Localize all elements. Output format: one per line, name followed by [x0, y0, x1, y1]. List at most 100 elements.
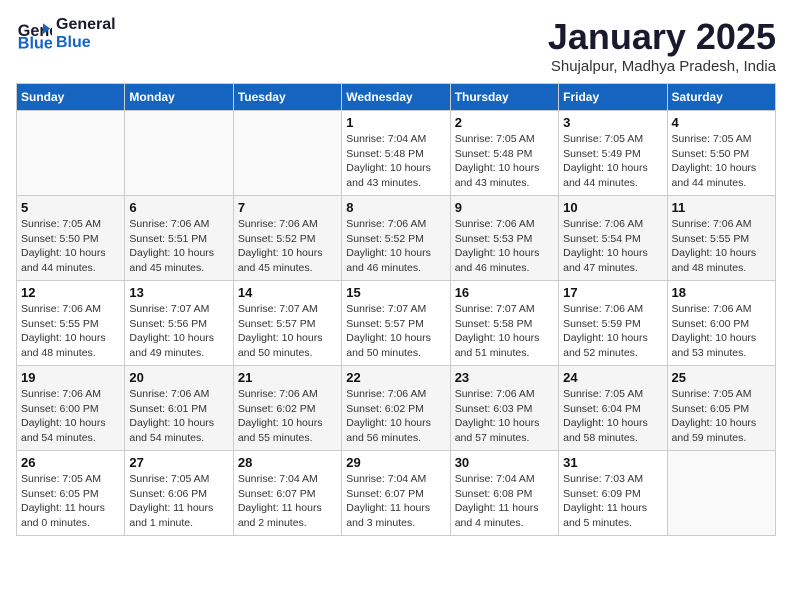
day-info: Sunrise: 7:05 AMSunset: 5:49 PMDaylight:…	[563, 132, 662, 191]
day-number: 30	[455, 455, 554, 470]
day-info: Sunrise: 7:05 AMSunset: 5:50 PMDaylight:…	[21, 217, 120, 276]
logo: General Blue General Blue	[16, 16, 116, 52]
day-info: Sunrise: 7:06 AMSunset: 5:52 PMDaylight:…	[346, 217, 445, 276]
calendar-cell: 18 Sunrise: 7:06 AMSunset: 6:00 PMDayligh…	[667, 281, 775, 366]
calendar-cell: 28 Sunrise: 7:04 AMSunset: 6:07 PMDayligh…	[233, 451, 341, 536]
day-info: Sunrise: 7:06 AMSunset: 5:55 PMDaylight:…	[672, 217, 771, 276]
calendar-cell	[17, 111, 125, 196]
day-info: Sunrise: 7:05 AMSunset: 6:06 PMDaylight:…	[129, 472, 228, 531]
day-number: 19	[21, 370, 120, 385]
calendar-cell: 11Sunrise: 7:06 AMSunset: 5:55 PMDayligh…	[667, 196, 775, 281]
weekday-header: Wednesday	[342, 84, 450, 111]
weekday-header: Thursday	[450, 84, 558, 111]
calendar-body: 1 Sunrise: 7:04 AMSunset: 5:48 PMDaylight…	[17, 111, 776, 536]
day-info: Sunrise: 7:06 AMSunset: 5:51 PMDaylight:…	[129, 217, 228, 276]
logo-line1: General	[56, 16, 116, 34]
day-number: 25	[672, 370, 771, 385]
calendar-header: SundayMondayTuesdayWednesdayThursdayFrid…	[17, 84, 776, 111]
calendar-cell: 4 Sunrise: 7:05 AMSunset: 5:50 PMDaylight…	[667, 111, 775, 196]
day-number: 1	[346, 115, 445, 130]
day-number: 12	[21, 285, 120, 300]
calendar-week-row: 19 Sunrise: 7:06 AMSunset: 6:00 PMDayligh…	[17, 366, 776, 451]
calendar-cell: 8Sunrise: 7:06 AMSunset: 5:52 PMDaylight…	[342, 196, 450, 281]
day-number: 26	[21, 455, 120, 470]
calendar-cell: 10 Sunrise: 7:06 AMSunset: 5:54 PMDayligh…	[559, 196, 667, 281]
calendar-cell: 29 Sunrise: 7:04 AMSunset: 6:07 PMDayligh…	[342, 451, 450, 536]
calendar-week-row: 12Sunrise: 7:06 AMSunset: 5:55 PMDayligh…	[17, 281, 776, 366]
day-info: Sunrise: 7:05 AMSunset: 5:48 PMDaylight:…	[455, 132, 554, 191]
day-number: 18	[672, 285, 771, 300]
day-number: 15	[346, 285, 445, 300]
calendar-title: January 2025	[548, 16, 776, 58]
day-info: Sunrise: 7:06 AMSunset: 5:54 PMDaylight:…	[563, 217, 662, 276]
weekday-row: SundayMondayTuesdayWednesdayThursdayFrid…	[17, 84, 776, 111]
day-number: 24	[563, 370, 662, 385]
day-info: Sunrise: 7:04 AMSunset: 5:48 PMDaylight:…	[346, 132, 445, 191]
calendar-cell: 23Sunrise: 7:06 AMSunset: 6:03 PMDayligh…	[450, 366, 558, 451]
calendar-cell: 25 Sunrise: 7:05 AMSunset: 6:05 PMDayligh…	[667, 366, 775, 451]
svg-text:Blue: Blue	[18, 34, 52, 52]
day-number: 9	[455, 200, 554, 215]
page-header: General Blue General Blue January 2025 S…	[16, 16, 776, 75]
day-info: Sunrise: 7:06 AMSunset: 5:59 PMDaylight:…	[563, 302, 662, 361]
day-info: Sunrise: 7:03 AMSunset: 6:09 PMDaylight:…	[563, 472, 662, 531]
calendar-cell: 17Sunrise: 7:06 AMSunset: 5:59 PMDayligh…	[559, 281, 667, 366]
calendar-cell: 26Sunrise: 7:05 AMSunset: 6:05 PMDayligh…	[17, 451, 125, 536]
calendar-week-row: 26Sunrise: 7:05 AMSunset: 6:05 PMDayligh…	[17, 451, 776, 536]
calendar-cell: 9 Sunrise: 7:06 AMSunset: 5:53 PMDaylight…	[450, 196, 558, 281]
calendar-cell: 30Sunrise: 7:04 AMSunset: 6:08 PMDayligh…	[450, 451, 558, 536]
calendar-cell: 1 Sunrise: 7:04 AMSunset: 5:48 PMDaylight…	[342, 111, 450, 196]
calendar-subtitle: Shujalpur, Madhya Pradesh, India	[548, 58, 776, 75]
day-info: Sunrise: 7:05 AMSunset: 6:04 PMDaylight:…	[563, 387, 662, 446]
weekday-header: Saturday	[667, 84, 775, 111]
calendar-cell: 3 Sunrise: 7:05 AMSunset: 5:49 PMDaylight…	[559, 111, 667, 196]
day-number: 4	[672, 115, 771, 130]
weekday-header: Friday	[559, 84, 667, 111]
calendar-cell: 13Sunrise: 7:07 AMSunset: 5:56 PMDayligh…	[125, 281, 233, 366]
day-info: Sunrise: 7:05 AMSunset: 5:50 PMDaylight:…	[672, 132, 771, 191]
calendar-cell: 24 Sunrise: 7:05 AMSunset: 6:04 PMDayligh…	[559, 366, 667, 451]
weekday-header: Monday	[125, 84, 233, 111]
day-number: 6	[129, 200, 228, 215]
calendar-cell: 27 Sunrise: 7:05 AMSunset: 6:06 PMDayligh…	[125, 451, 233, 536]
day-number: 28	[238, 455, 337, 470]
day-info: Sunrise: 7:05 AMSunset: 6:05 PMDaylight:…	[672, 387, 771, 446]
day-info: Sunrise: 7:07 AMSunset: 5:57 PMDaylight:…	[238, 302, 337, 361]
day-number: 22	[346, 370, 445, 385]
day-info: Sunrise: 7:04 AMSunset: 6:07 PMDaylight:…	[238, 472, 337, 531]
logo-icon: General Blue	[16, 16, 52, 52]
calendar-cell: 14Sunrise: 7:07 AMSunset: 5:57 PMDayligh…	[233, 281, 341, 366]
weekday-header: Tuesday	[233, 84, 341, 111]
day-info: Sunrise: 7:06 AMSunset: 6:02 PMDaylight:…	[238, 387, 337, 446]
day-info: Sunrise: 7:06 AMSunset: 6:01 PMDaylight:…	[129, 387, 228, 446]
day-number: 23	[455, 370, 554, 385]
day-info: Sunrise: 7:04 AMSunset: 6:07 PMDaylight:…	[346, 472, 445, 531]
day-info: Sunrise: 7:06 AMSunset: 5:53 PMDaylight:…	[455, 217, 554, 276]
calendar-week-row: 5Sunrise: 7:05 AMSunset: 5:50 PMDaylight…	[17, 196, 776, 281]
day-number: 21	[238, 370, 337, 385]
day-info: Sunrise: 7:06 AMSunset: 5:52 PMDaylight:…	[238, 217, 337, 276]
calendar-cell: 16Sunrise: 7:07 AMSunset: 5:58 PMDayligh…	[450, 281, 558, 366]
day-info: Sunrise: 7:06 AMSunset: 6:00 PMDaylight:…	[672, 302, 771, 361]
calendar-cell: 15Sunrise: 7:07 AMSunset: 5:57 PMDayligh…	[342, 281, 450, 366]
day-number: 10	[563, 200, 662, 215]
day-info: Sunrise: 7:06 AMSunset: 6:02 PMDaylight:…	[346, 387, 445, 446]
calendar-cell	[125, 111, 233, 196]
calendar-table: SundayMondayTuesdayWednesdayThursdayFrid…	[16, 83, 776, 536]
day-info: Sunrise: 7:07 AMSunset: 5:58 PMDaylight:…	[455, 302, 554, 361]
calendar-cell	[667, 451, 775, 536]
day-number: 3	[563, 115, 662, 130]
calendar-week-row: 1 Sunrise: 7:04 AMSunset: 5:48 PMDaylight…	[17, 111, 776, 196]
day-info: Sunrise: 7:06 AMSunset: 6:00 PMDaylight:…	[21, 387, 120, 446]
calendar-cell: 19 Sunrise: 7:06 AMSunset: 6:00 PMDayligh…	[17, 366, 125, 451]
calendar-cell: 21 Sunrise: 7:06 AMSunset: 6:02 PMDayligh…	[233, 366, 341, 451]
day-number: 20	[129, 370, 228, 385]
title-area: January 2025 Shujalpur, Madhya Pradesh, …	[548, 16, 776, 75]
weekday-header: Sunday	[17, 84, 125, 111]
day-number: 31	[563, 455, 662, 470]
calendar-cell: 31 Sunrise: 7:03 AMSunset: 6:09 PMDayligh…	[559, 451, 667, 536]
day-number: 29	[346, 455, 445, 470]
calendar-cell	[233, 111, 341, 196]
day-number: 27	[129, 455, 228, 470]
calendar-cell: 6 Sunrise: 7:06 AMSunset: 5:51 PMDaylight…	[125, 196, 233, 281]
